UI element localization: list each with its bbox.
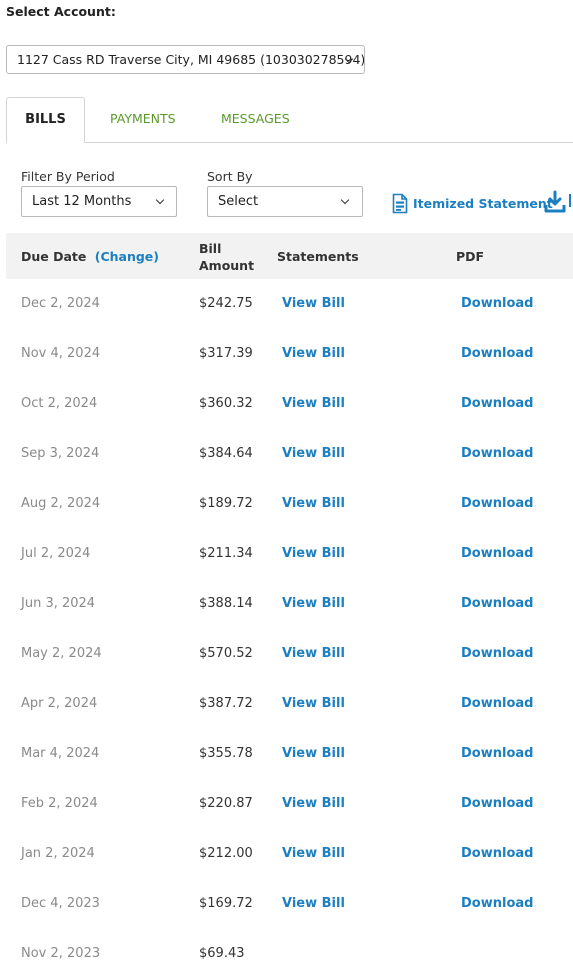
table-row: Jan 2, 2024 $212.00 View Bill Download [6, 829, 573, 879]
due-date-header: Due Date (Change) [21, 249, 159, 264]
table-row: Jun 3, 2024 $388.14 View Bill Download [6, 579, 573, 629]
download-link[interactable]: Download [461, 846, 533, 861]
bill-amount-cell: $242.75 [199, 296, 253, 311]
bill-amount-cell: $388.14 [199, 596, 253, 611]
table-header: Due Date (Change) Bill Amount Statements… [6, 233, 573, 279]
filter-period-label: Filter By Period [21, 169, 115, 184]
bill-amount-cell: $189.72 [199, 496, 253, 511]
bill-amount-cell: $69.43 [199, 946, 245, 961]
select-account-label: Select Account: [6, 4, 116, 19]
table-row: Aug 2, 2024 $189.72 View Bill Download [6, 479, 573, 529]
table-row: May 2, 2024 $570.52 View Bill Download [6, 629, 573, 679]
tab-bills[interactable]: BILLS [6, 97, 85, 143]
view-bill-link[interactable]: View Bill [282, 396, 345, 411]
download-link[interactable]: Download [461, 446, 533, 461]
bill-amount-cell: $384.64 [199, 446, 253, 461]
view-bill-link[interactable]: View Bill [282, 546, 345, 561]
download-link[interactable]: Download [461, 596, 533, 611]
download-link[interactable]: Download [461, 646, 533, 661]
account-select[interactable]: 1127 Cass RD Traverse City, MI 49685 (10… [6, 45, 365, 74]
due-date-cell: Dec 2, 2024 [21, 296, 100, 311]
table-row: Nov 2, 2023 $69.43 [6, 929, 573, 979]
table-row: Apr 2, 2024 $387.72 View Bill Download [6, 679, 573, 729]
tab-payments[interactable]: PAYMENTS [110, 111, 176, 126]
table-row: Oct 2, 2024 $360.32 View Bill Download [6, 379, 573, 429]
bill-amount-cell: $212.00 [199, 846, 253, 861]
due-date-cell: Nov 4, 2024 [21, 346, 101, 361]
sort-by-select[interactable]: Select [207, 186, 363, 217]
filter-period-value: Last 12 Months [32, 194, 132, 209]
due-date-cell: Jan 2, 2024 [21, 846, 95, 861]
document-icon [392, 193, 408, 213]
due-date-cell: Feb 2, 2024 [21, 796, 98, 811]
due-date-cell: Sep 3, 2024 [21, 446, 100, 461]
due-date-cell: Jul 2, 2024 [21, 546, 91, 561]
view-bill-link[interactable]: View Bill [282, 496, 345, 511]
view-bill-link[interactable]: View Bill [282, 296, 345, 311]
bill-amount-cell: $355.78 [199, 746, 253, 761]
view-bill-link[interactable]: View Bill [282, 646, 345, 661]
view-bill-link[interactable]: View Bill [282, 446, 345, 461]
change-link[interactable]: (Change) [95, 249, 159, 264]
bill-amount-cell: $360.32 [199, 396, 253, 411]
view-bill-link[interactable]: View Bill [282, 596, 345, 611]
sort-by-label: Sort By [207, 169, 253, 184]
bill-amount-cell: $169.72 [199, 896, 253, 911]
download-link[interactable]: Download [461, 546, 533, 561]
pdf-header: PDF [456, 249, 485, 264]
due-date-cell: Mar 4, 2024 [21, 746, 100, 761]
table-row: Dec 4, 2023 $169.72 View Bill Download [6, 879, 573, 929]
table-row: Mar 4, 2024 $355.78 View Bill Download [6, 729, 573, 779]
itemized-statement-label: Itemized Statement [413, 195, 553, 211]
bill-amount-header: Bill Amount [199, 240, 254, 274]
truncated-link-fragment [569, 194, 571, 207]
bill-amount-header-line2: Amount [199, 258, 255, 273]
due-date-cell: Dec 4, 2023 [21, 896, 100, 911]
due-date-header-label: Due Date [21, 249, 87, 264]
download-link[interactable]: Download [461, 346, 533, 361]
download-link[interactable]: Download [461, 746, 533, 761]
download-link[interactable]: Download [461, 296, 533, 311]
tab-messages[interactable]: MESSAGES [221, 111, 290, 126]
bill-amount-cell: $220.87 [199, 796, 253, 811]
account-select-value: 1127 Cass RD Traverse City, MI 49685 (10… [17, 52, 365, 67]
table-row: Dec 2, 2024 $242.75 View Bill Download [6, 279, 573, 329]
download-link[interactable]: Download [461, 796, 533, 811]
due-date-cell: Nov 2, 2023 [21, 946, 101, 961]
view-bill-link[interactable]: View Bill [282, 746, 345, 761]
bill-amount-header-line1: Bill [199, 241, 222, 256]
download-link[interactable]: Download [461, 696, 533, 711]
download-link[interactable]: Download [461, 496, 533, 511]
bill-amount-cell: $211.34 [199, 546, 253, 561]
table-row: Sep 3, 2024 $384.64 View Bill Download [6, 429, 573, 479]
view-bill-link[interactable]: View Bill [282, 696, 345, 711]
statements-header: Statements [277, 249, 359, 264]
table-row: Feb 2, 2024 $220.87 View Bill Download [6, 779, 573, 829]
bill-amount-cell: $317.39 [199, 346, 253, 361]
view-bill-link[interactable]: View Bill [282, 846, 345, 861]
download-icon[interactable] [544, 190, 566, 214]
view-bill-link[interactable]: View Bill [282, 796, 345, 811]
download-link[interactable]: Download [461, 896, 533, 911]
chevron-down-icon [340, 195, 350, 205]
due-date-cell: Jun 3, 2024 [21, 596, 96, 611]
due-date-cell: Apr 2, 2024 [21, 696, 98, 711]
due-date-cell: May 2, 2024 [21, 646, 102, 661]
table-row: Jul 2, 2024 $211.34 View Bill Download [6, 529, 573, 579]
due-date-cell: Aug 2, 2024 [21, 496, 101, 511]
bill-amount-cell: $387.72 [199, 696, 253, 711]
bill-amount-cell: $570.52 [199, 646, 253, 661]
chevron-down-icon [155, 195, 165, 205]
view-bill-link[interactable]: View Bill [282, 346, 345, 361]
tabs-divider [85, 142, 573, 143]
sort-by-value: Select [218, 194, 259, 209]
table-row: Nov 4, 2024 $317.39 View Bill Download [6, 329, 573, 379]
download-link[interactable]: Download [461, 396, 533, 411]
view-bill-link[interactable]: View Bill [282, 896, 345, 911]
itemized-statement-link[interactable]: Itemized Statement [392, 192, 553, 214]
filter-period-select[interactable]: Last 12 Months [21, 186, 177, 217]
due-date-cell: Oct 2, 2024 [21, 396, 98, 411]
